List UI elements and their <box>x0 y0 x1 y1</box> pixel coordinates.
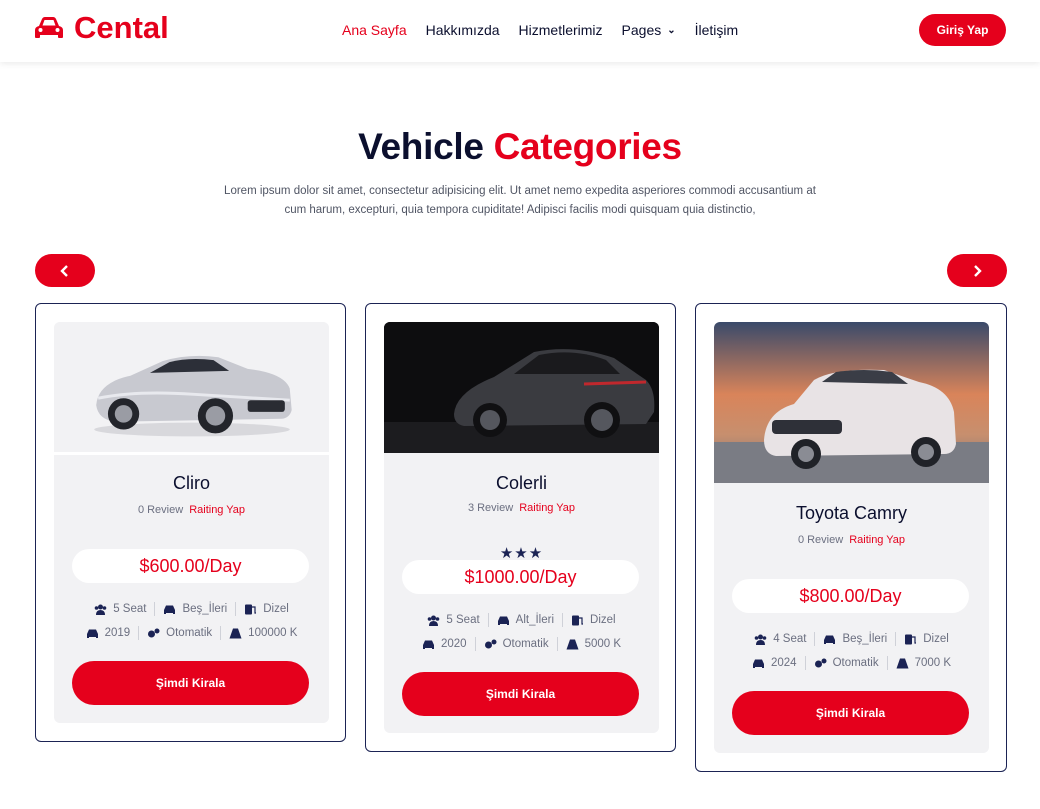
spec-seats: 4 Seat <box>746 632 816 646</box>
spec-fuel: Dizel <box>236 602 297 616</box>
car-icon <box>422 640 434 649</box>
spec-transmission: Otomatik <box>476 637 558 651</box>
car-icon <box>752 659 764 668</box>
spec-seats: 5 Seat <box>419 613 489 627</box>
spec-gear: Beş_İleri <box>155 602 237 616</box>
spec-fuel: Dizel <box>896 632 957 646</box>
spec-year: 2024 <box>744 656 806 670</box>
road-icon <box>896 658 909 668</box>
nav-item-pages[interactable]: Pages ⌄ <box>622 22 676 38</box>
spec-mileage: 100000 K <box>221 626 305 640</box>
car-name: Cliro <box>172 473 210 493</box>
review-count: 3 Review <box>467 502 514 514</box>
rating-link[interactable]: Raiting Yap <box>519 502 575 514</box>
road-icon <box>566 639 579 649</box>
users-icon <box>428 615 440 626</box>
spec-mileage: 7000 K <box>888 656 959 670</box>
spec-gear: Beş_İleri <box>815 632 897 646</box>
car-review: 0 Review Raiting Yap <box>54 504 329 516</box>
spec-gear: Alt_İleri <box>489 613 564 627</box>
car-card-body: Colerli 3 Review Raiting Yap ★★★ $1000.00… <box>384 322 659 733</box>
car-card: Toyota Camry 0 Review Raiting Yap $800.00… <box>695 303 1007 772</box>
users-icon <box>754 634 767 645</box>
gas-pump-icon <box>905 634 917 644</box>
carousel-next-button[interactable] <box>947 254 1007 287</box>
carousel-prev-button[interactable] <box>35 254 95 287</box>
car-price: $1000.00/Day <box>402 560 639 594</box>
chevron-down-icon: ⌄ <box>667 24 676 36</box>
rent-now-button[interactable]: Şimdi Kirala <box>732 691 969 735</box>
car-front-icon <box>497 616 509 625</box>
car-icon <box>35 17 63 38</box>
section-title-part2: Categories <box>493 126 683 167</box>
car-review: 0 Review Raiting Yap <box>714 534 989 546</box>
road-icon <box>229 628 242 638</box>
car-review: 3 Review Raiting Yap <box>384 502 659 514</box>
rent-now-button[interactable]: Şimdi Kirala <box>72 661 309 705</box>
chevron-left-icon <box>60 264 68 277</box>
car-name: Toyota Camry <box>795 503 908 523</box>
nav-item-services[interactable]: Hizmetlerimiz <box>519 22 603 38</box>
car-front-icon <box>824 635 836 644</box>
navbar: Cental Ana Sayfa Hakkımızda Hizmetlerimi… <box>0 0 1040 62</box>
nav-item-pages-label: Pages <box>621 22 662 38</box>
gas-pump-icon <box>572 615 584 625</box>
car-card: Colerli 3 Review Raiting Yap ★★★ $1000.00… <box>365 303 676 752</box>
spec-transmission: Otomatik <box>139 626 222 640</box>
section-title: Vehicle Categories <box>0 126 1040 168</box>
login-button[interactable]: Giriş Yap <box>919 14 1006 46</box>
car-image <box>384 322 659 453</box>
spec-mileage: 5000 K <box>558 637 629 651</box>
brand-logo[interactable]: Cental <box>34 10 169 46</box>
rating-link[interactable]: Raiting Yap <box>849 534 905 546</box>
spec-fuel: Dizel <box>563 613 624 627</box>
rent-now-button[interactable]: Şimdi Kirala <box>402 672 639 716</box>
car-name: Colerli <box>495 473 547 493</box>
spec-transmission: Otomatik <box>806 656 888 670</box>
main-nav: Ana Sayfa Hakkımızda Hizmetlerimiz Pages… <box>342 22 757 38</box>
car-card-body: Toyota Camry 0 Review Raiting Yap $800.00… <box>714 322 989 753</box>
car-specs: 5 Seat Beş_İleri Dizel 2019 Otomatik 100… <box>54 597 329 645</box>
rating-link[interactable]: Raiting Yap <box>189 504 245 516</box>
review-count: 0 Review <box>137 504 184 516</box>
car-icon <box>86 629 98 638</box>
cogs-icon <box>148 628 160 637</box>
nav-item-contact[interactable]: İletişim <box>695 22 739 38</box>
brand-name: Cental <box>74 10 169 45</box>
nav-item-home[interactable]: Ana Sayfa <box>342 22 407 38</box>
gas-pump-icon <box>245 604 257 614</box>
car-specs: 4 Seat Beş_İleri Dizel 2024 Otomatik 700… <box>714 627 989 675</box>
car-specs: 5 Seat Alt_İleri Dizel 2020 Otomatik 500… <box>384 608 659 656</box>
car-front-icon <box>164 605 176 614</box>
nav-item-about[interactable]: Hakkımızda <box>426 22 500 38</box>
car-card: Cliro 0 Review Raiting Yap $600.00/Day 5 … <box>35 303 346 742</box>
section-subtitle: Lorem ipsum dolor sit amet, consectetur … <box>224 185 816 216</box>
chevron-right-icon <box>974 264 982 277</box>
car-card-body: Cliro 0 Review Raiting Yap $600.00/Day 5 … <box>54 322 329 723</box>
users-icon <box>94 604 107 615</box>
spec-year: 2019 <box>78 626 140 640</box>
cogs-icon <box>484 639 497 648</box>
spec-seats: 5 Seat <box>86 602 156 616</box>
car-price: $600.00/Day <box>72 549 309 583</box>
car-image <box>54 322 329 455</box>
cogs-icon <box>814 658 827 667</box>
section-title-part1: Vehicle <box>358 126 484 167</box>
spec-year: 2020 <box>414 637 476 651</box>
review-count: 0 Review <box>797 534 844 546</box>
car-image <box>714 322 989 483</box>
car-price: $800.00/Day <box>732 579 969 613</box>
